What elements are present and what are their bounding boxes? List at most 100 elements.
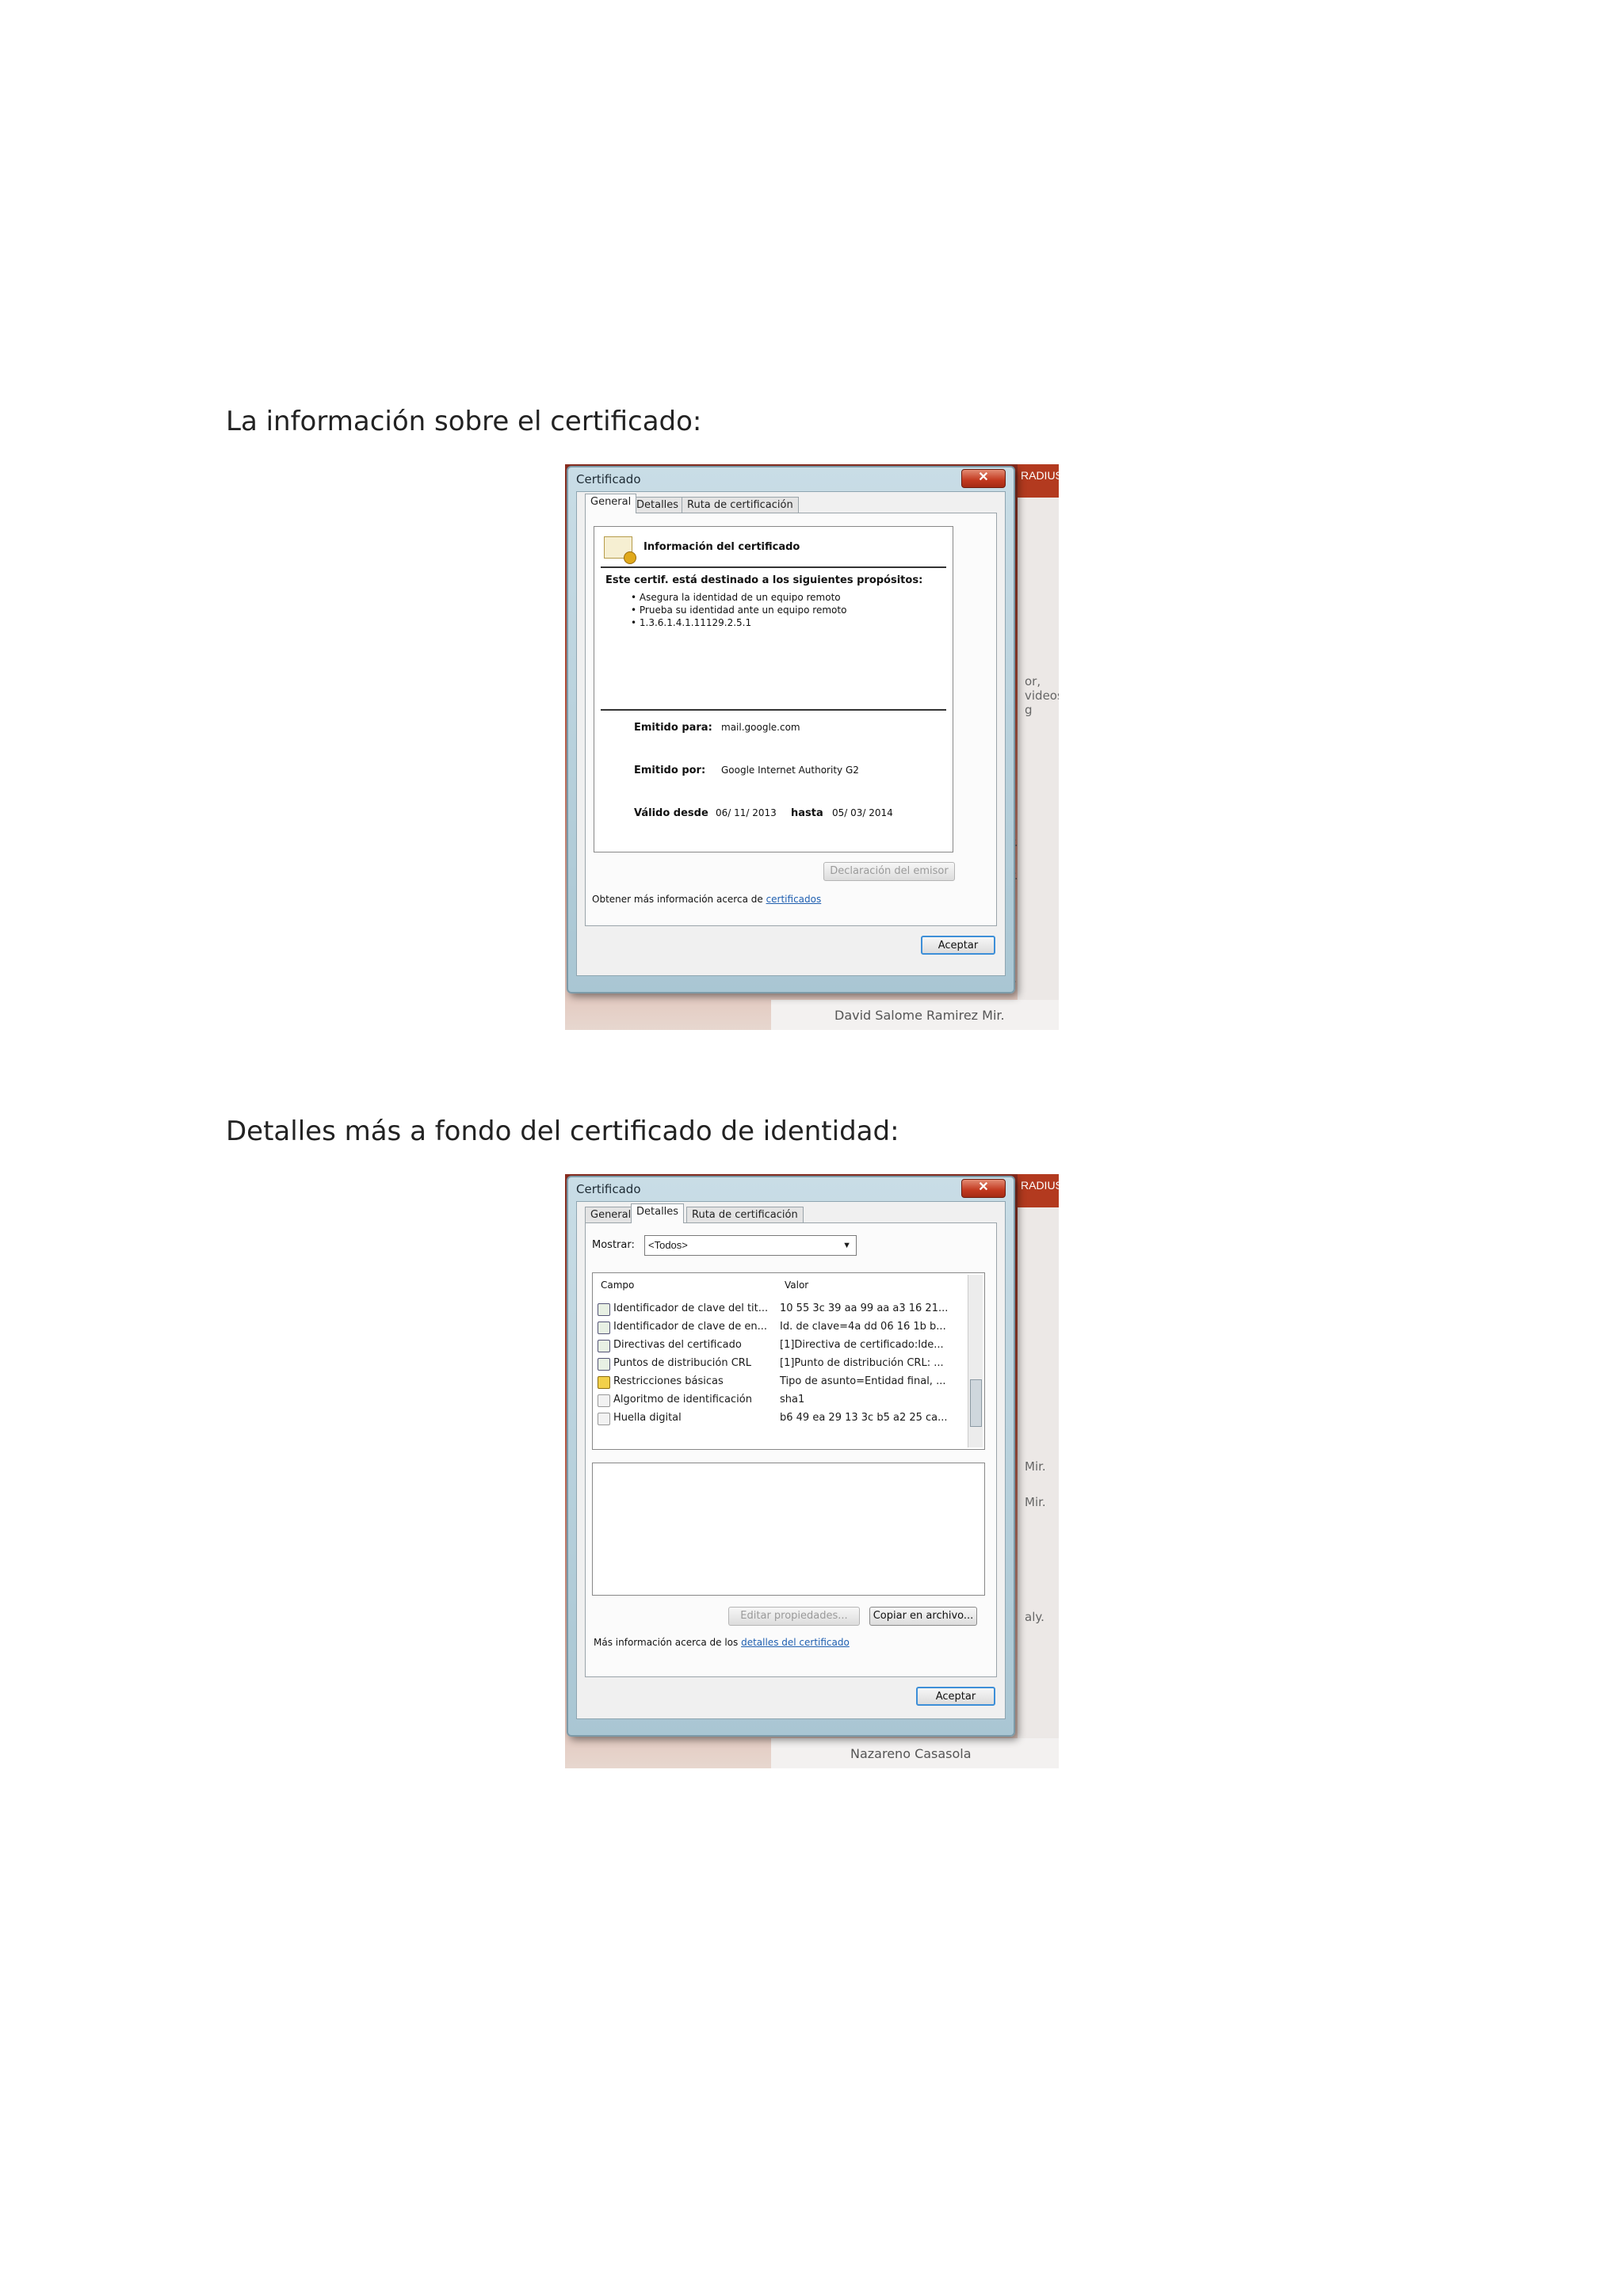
column-header-field[interactable]: Campo <box>601 1280 634 1291</box>
tab-bar: General Detalles Ruta de certificación <box>577 492 1005 513</box>
issuer-statement-button[interactable]: Declaración del emisor <box>823 862 955 881</box>
tab-certification-path[interactable]: Ruta de certificación <box>682 497 799 513</box>
purposes-title: Este certif. está destinado a los siguie… <box>605 574 923 586</box>
row-field: Identificador de clave del tit... <box>613 1302 769 1314</box>
certificate-extension-icon <box>598 1358 610 1371</box>
background-tab-label: RADIUS <box>1021 469 1059 482</box>
row-value: Id. de clave=4a dd 06 16 1b b... <box>780 1321 946 1333</box>
more-info-text: Obtener más información acerca de certif… <box>592 894 821 905</box>
background-text: or, videos g <box>1025 674 1059 717</box>
row-field: Restricciones básicas <box>613 1375 724 1387</box>
issued-to-label: Emitido para: <box>634 722 712 734</box>
table-row[interactable]: Puntos de distribución CRL [1]Punto de di… <box>596 1355 967 1373</box>
certificate-extension-icon <box>598 1303 610 1316</box>
show-select-value: <Todos> <box>648 1239 688 1251</box>
row-value: b6 49 ea 29 13 3c b5 a2 25 ca... <box>780 1412 948 1424</box>
issued-by-label: Emitido por: <box>634 765 706 776</box>
background-mail-row: David Salome Ramirez Mir. <box>771 1000 1059 1030</box>
valid-from-value: 06/ 11/ 2013 <box>716 807 777 818</box>
dialog-title: Certificado <box>576 1182 641 1196</box>
table-row[interactable]: Identificador de clave de en... Id. de cl… <box>596 1318 967 1337</box>
details-pane: Mostrar: <Todos> ▼ Campo Valor Identific… <box>585 1222 997 1677</box>
dialog-body: General Detalles Ruta de certificación I… <box>576 491 1006 976</box>
row-value: 10 55 3c 39 aa 99 aa a3 16 21... <box>780 1302 949 1314</box>
edit-properties-button[interactable]: Editar propiedades... <box>728 1607 860 1626</box>
certificate-dialog: Certificado ✕ General Detalles Ruta de c… <box>567 466 1015 994</box>
ok-button[interactable]: Aceptar <box>921 936 995 955</box>
property-icon <box>598 1394 610 1407</box>
table-scrollbar[interactable] <box>968 1275 983 1447</box>
ok-button[interactable]: Aceptar <box>916 1687 995 1706</box>
column-header-value[interactable]: Valor <box>785 1280 808 1291</box>
issued-by-value: Google Internet Authority G2 <box>721 765 859 776</box>
table-row[interactable]: Restricciones básicas Tipo de asunto=Enti… <box>596 1373 967 1391</box>
close-button[interactable]: ✕ <box>961 469 1006 488</box>
value-detail-box[interactable] <box>592 1463 985 1596</box>
close-button[interactable]: ✕ <box>961 1179 1006 1198</box>
background-sender: David Salome Ramirez Mir. <box>834 1008 1005 1023</box>
background-browser-panel <box>1018 464 1059 1030</box>
row-field: Identificador de clave de en... <box>613 1321 767 1333</box>
tab-bar: General Detalles Ruta de certificación <box>577 1202 1005 1223</box>
valid-to-value: 05/ 03/ 2014 <box>832 807 893 818</box>
background-tab: RADIUS <box>1018 1174 1059 1207</box>
dialog-titlebar: Certificado ✕ <box>568 467 1014 491</box>
certificate-extension-icon <box>598 1322 610 1334</box>
purpose-item: • Asegura la identidad de un equipo remo… <box>631 592 841 603</box>
table-row[interactable]: Huella digital b6 49 ea 29 13 3c b5 a2 25… <box>596 1409 967 1428</box>
scrollbar-thumb[interactable] <box>970 1379 982 1427</box>
tab-general[interactable]: General <box>585 1207 637 1222</box>
tab-certification-path[interactable]: Ruta de certificación <box>686 1207 804 1222</box>
more-info-text: Más información acerca de los detalles d… <box>594 1637 850 1648</box>
purpose-item: • 1.3.6.1.4.1.11129.2.5.1 <box>631 617 752 628</box>
background-sender: Nazareno Casasola <box>850 1746 972 1761</box>
tab-details[interactable]: Detalles <box>631 497 685 513</box>
row-field: Algoritmo de identificación <box>613 1394 752 1405</box>
dialog-body: General Detalles Ruta de certificación M… <box>576 1201 1006 1719</box>
valid-from-label: Válido desde <box>634 807 708 819</box>
general-pane: Información del certificado Este certif.… <box>585 513 997 926</box>
caption-certificate-details: Detalles más a fondo del certificado de … <box>226 1116 899 1147</box>
certificate-extension-icon <box>598 1340 610 1352</box>
table-row[interactable]: Algoritmo de identificación sha1 <box>596 1391 967 1409</box>
dialog-title: Certificado <box>576 472 641 486</box>
certificate-info-heading: Información del certificado <box>643 541 800 553</box>
certificates-link[interactable]: certificados <box>766 894 822 905</box>
certificate-details-link[interactable]: detalles del certificado <box>741 1637 850 1648</box>
valid-to-label: hasta <box>791 807 823 819</box>
more-info-prefix: Obtener más información acerca de <box>592 894 763 905</box>
background-text: Mir. <box>1025 1495 1046 1509</box>
row-value: sha1 <box>780 1394 805 1405</box>
certificate-dialog: Certificado ✕ General Detalles Ruta de c… <box>567 1176 1015 1737</box>
issued-to-value: mail.google.com <box>721 722 800 733</box>
show-select[interactable]: <Todos> ▼ <box>644 1235 857 1256</box>
row-field: Directivas del certificado <box>613 1339 742 1351</box>
background-text: Mir. <box>1025 1459 1046 1474</box>
tab-general[interactable]: General <box>585 494 637 513</box>
purpose-item: • Prueba su identidad ante un equipo rem… <box>631 605 847 616</box>
screenshot-details-tab: RADIUS Mir. Mir. aly. Nazareno Casasola … <box>565 1174 1059 1768</box>
certificate-info-box: Información del certificado Este certif.… <box>594 526 953 852</box>
table-row[interactable]: Identificador de clave del tit... 10 55 3… <box>596 1300 967 1318</box>
dialog-titlebar: Certificado ✕ <box>568 1177 1014 1201</box>
divider <box>601 709 946 711</box>
more-info-prefix: Más información acerca de los <box>594 1637 739 1648</box>
certificate-icon <box>604 536 636 564</box>
screenshot-general-tab: RADIUS or, videos g Mir. Mir. aly. David… <box>565 464 1059 1030</box>
property-icon <box>598 1413 610 1425</box>
row-value: [1]Punto de distribución CRL: ... <box>780 1357 944 1369</box>
copy-to-file-button[interactable]: Copiar en archivo... <box>869 1607 977 1626</box>
background-text: aly. <box>1025 1610 1044 1624</box>
divider <box>601 566 946 568</box>
row-field: Puntos de distribución CRL <box>613 1357 752 1369</box>
fields-table: Campo Valor Identificador de clave del t… <box>592 1272 985 1450</box>
critical-extension-icon <box>598 1376 610 1389</box>
chevron-down-icon: ▼ <box>842 1241 851 1250</box>
row-value: Tipo de asunto=Entidad final, ... <box>780 1375 946 1387</box>
background-mail-row: Nazareno Casasola <box>771 1738 1059 1768</box>
tab-details[interactable]: Detalles <box>631 1203 685 1223</box>
table-row[interactable]: Directivas del certificado [1]Directiva d… <box>596 1337 967 1355</box>
show-label: Mostrar: <box>592 1239 635 1251</box>
row-value: [1]Directiva de certificado:Ide... <box>780 1339 944 1351</box>
caption-certificate-info: La información sobre el certificado: <box>226 406 702 437</box>
